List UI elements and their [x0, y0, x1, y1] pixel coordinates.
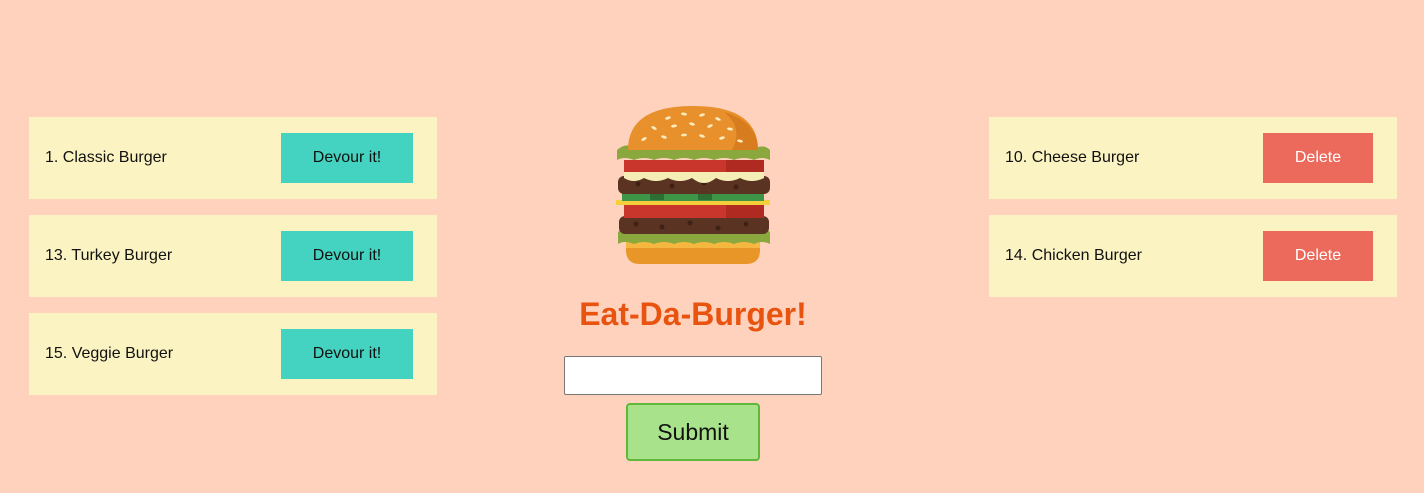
page-title: Eat-Da-Burger!: [579, 296, 807, 332]
burger-name: 10. Cheese Burger: [1005, 149, 1140, 166]
uneaten-burger-item: 1. Classic Burger Devour it!: [29, 117, 437, 199]
uneaten-burger-item: 13. Turkey Burger Devour it!: [29, 215, 437, 297]
burger-name: 1. Classic Burger: [45, 149, 167, 166]
delete-button[interactable]: Delete: [1263, 231, 1373, 281]
devour-button[interactable]: Devour it!: [281, 231, 413, 281]
burger-icon: [616, 106, 770, 264]
devoured-burger-item: 14. Chicken Burger Delete: [989, 215, 1397, 297]
uneaten-burger-item: 15. Veggie Burger Devour it!: [29, 313, 437, 395]
burger-name: 15. Veggie Burger: [45, 345, 174, 362]
devour-button[interactable]: Devour it!: [281, 329, 413, 379]
delete-button[interactable]: Delete: [1263, 133, 1373, 183]
burger-name: 14. Chicken Burger: [1005, 247, 1142, 264]
burger-name: 13. Turkey Burger: [45, 247, 173, 264]
burger-name-input[interactable]: [564, 356, 822, 395]
devour-button[interactable]: Devour it!: [281, 133, 413, 183]
submit-button[interactable]: Submit: [626, 403, 760, 461]
devoured-burger-item: 10. Cheese Burger Delete: [989, 117, 1397, 199]
